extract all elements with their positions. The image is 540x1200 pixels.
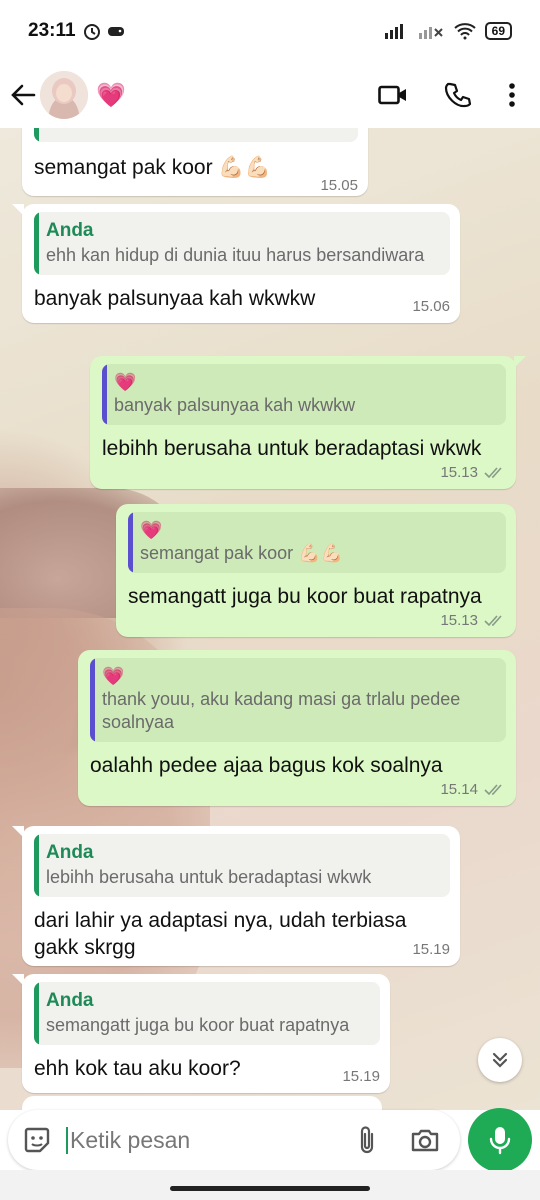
message-meta: 15.13: [102, 464, 506, 481]
quote-author: 💗: [114, 372, 137, 392]
wifi-icon: [453, 23, 476, 40]
message-bubble-outgoing[interactable]: 💗 banyak palsunyaa kah wkwkw lebihh beru…: [90, 356, 526, 489]
back-button[interactable]: [10, 82, 36, 108]
message-time: 15.19: [342, 1068, 380, 1085]
arrow-left-icon: [11, 84, 36, 106]
quoted-message[interactable]: Anda ehh kan hidup di dunia ituu harus b…: [34, 212, 450, 275]
quote-text: lebihh berusaha untuk beradaptasi wkwk: [46, 867, 372, 887]
chat-area[interactable]: semangat pak koor 💪🏻💪🏻 15.05 Anda ehh ka…: [0, 128, 540, 1110]
signal-icon: [384, 24, 403, 39]
message-input[interactable]: Ketik pesan: [66, 1126, 358, 1154]
voice-message-button[interactable]: [468, 1108, 532, 1172]
mic-icon: [489, 1127, 511, 1155]
message-time: 15.19: [412, 941, 450, 958]
battery-indicator: 69: [484, 22, 512, 40]
game-controller-icon: [107, 27, 124, 36]
more-vert-icon[interactable]: [508, 82, 516, 108]
double-chevron-down-icon: [492, 1052, 508, 1068]
quote-author: 💗: [140, 520, 163, 540]
message-time: 15.05: [320, 177, 358, 194]
avatar-image: [40, 71, 88, 119]
quote-text: ehh kan hidup di dunia ituu harus bersan…: [46, 245, 425, 265]
message-composer: Ketik pesan: [8, 1110, 460, 1170]
status-bar: 23:11 69: [0, 0, 540, 62]
message-time: 15.13: [440, 464, 478, 481]
composer-actions: [358, 1125, 446, 1155]
home-indicator[interactable]: [170, 1186, 370, 1191]
camera-icon[interactable]: [410, 1127, 440, 1153]
quote-author: Anda: [46, 842, 94, 863]
message-bubble-incoming[interactable]: Anda semangatt juga bu koor buat rapatny…: [12, 974, 390, 1093]
quote-text: semangatt juga bu koor buat rapatnya: [46, 1015, 350, 1035]
scroll-to-bottom-button[interactable]: [478, 1038, 522, 1082]
message-bubble-outgoing[interactable]: 💗 thank youu, aku kadang masi ga trlalu …: [78, 650, 516, 806]
double-check-icon: [484, 614, 502, 626]
status-right-icons: 69: [384, 22, 512, 40]
message-time: 15.13: [440, 612, 478, 629]
video-call-icon[interactable]: [378, 84, 408, 106]
message-text: oalahh pedee ajaa bagus kok soalnya: [90, 754, 443, 777]
quoted-message[interactable]: [34, 128, 358, 142]
navigation-bar: [0, 1170, 540, 1200]
quoted-message[interactable]: 💗 semangat pak koor 💪🏻💪🏻: [128, 512, 506, 573]
sticker-icon[interactable]: [22, 1125, 52, 1155]
quote-text: semangat pak koor 💪🏻💪🏻: [140, 543, 343, 563]
status-left-icons: [82, 21, 126, 41]
phone-icon[interactable]: [444, 81, 472, 109]
signal-off-icon: [418, 27, 443, 39]
quote-author: Anda: [46, 990, 94, 1011]
quoted-message[interactable]: Anda lebihh berusaha untuk beradaptasi w…: [34, 834, 450, 897]
message-bubble-incoming[interactable]: semangat pak koor 💪🏻💪🏻 15.05: [22, 128, 368, 196]
message-time: 15.14: [440, 781, 478, 798]
message-time: 15.06: [412, 298, 450, 315]
header-actions: [378, 81, 530, 109]
quote-author: Anda: [46, 220, 94, 241]
chat-header: 💗: [0, 62, 540, 128]
status-time: 23:11: [28, 20, 76, 41]
quote-author: 💗: [102, 666, 125, 686]
paperclip-icon[interactable]: [358, 1125, 376, 1155]
double-check-icon: [484, 783, 502, 795]
message-meta: 15.13: [128, 612, 506, 629]
message-meta: 15.14: [90, 781, 506, 798]
contact-avatar[interactable]: [40, 71, 88, 119]
contact-name[interactable]: 💗: [96, 81, 126, 110]
quote-text: thank youu, aku kadang masi ga trlalu pe…: [102, 689, 461, 732]
message-text: semangatt juga bu koor buat rapatnya: [128, 585, 482, 608]
quoted-message[interactable]: 💗 banyak palsunyaa kah wkwkw: [102, 364, 506, 425]
message-text: lebihh berusaha untuk beradaptasi wkwk: [102, 437, 482, 460]
message-bubble-outgoing[interactable]: 💗 semangat pak koor 💪🏻💪🏻 semangatt juga …: [116, 504, 516, 637]
message-bubble-incoming[interactable]: Anda lebihh berusaha untuk beradaptasi w…: [12, 826, 460, 966]
double-check-icon: [484, 466, 502, 478]
alarm-icon: [83, 24, 100, 40]
message-bubble-incoming[interactable]: Anda ehh kan hidup di dunia ituu harus b…: [12, 204, 460, 323]
quoted-message[interactable]: Anda semangatt juga bu koor buat rapatny…: [34, 982, 380, 1045]
quoted-message[interactable]: 💗 thank youu, aku kadang masi ga trlalu …: [90, 658, 506, 742]
message-bubble-incoming[interactable]: [22, 1096, 382, 1110]
quote-text: banyak palsunyaa kah wkwkw: [114, 395, 356, 415]
